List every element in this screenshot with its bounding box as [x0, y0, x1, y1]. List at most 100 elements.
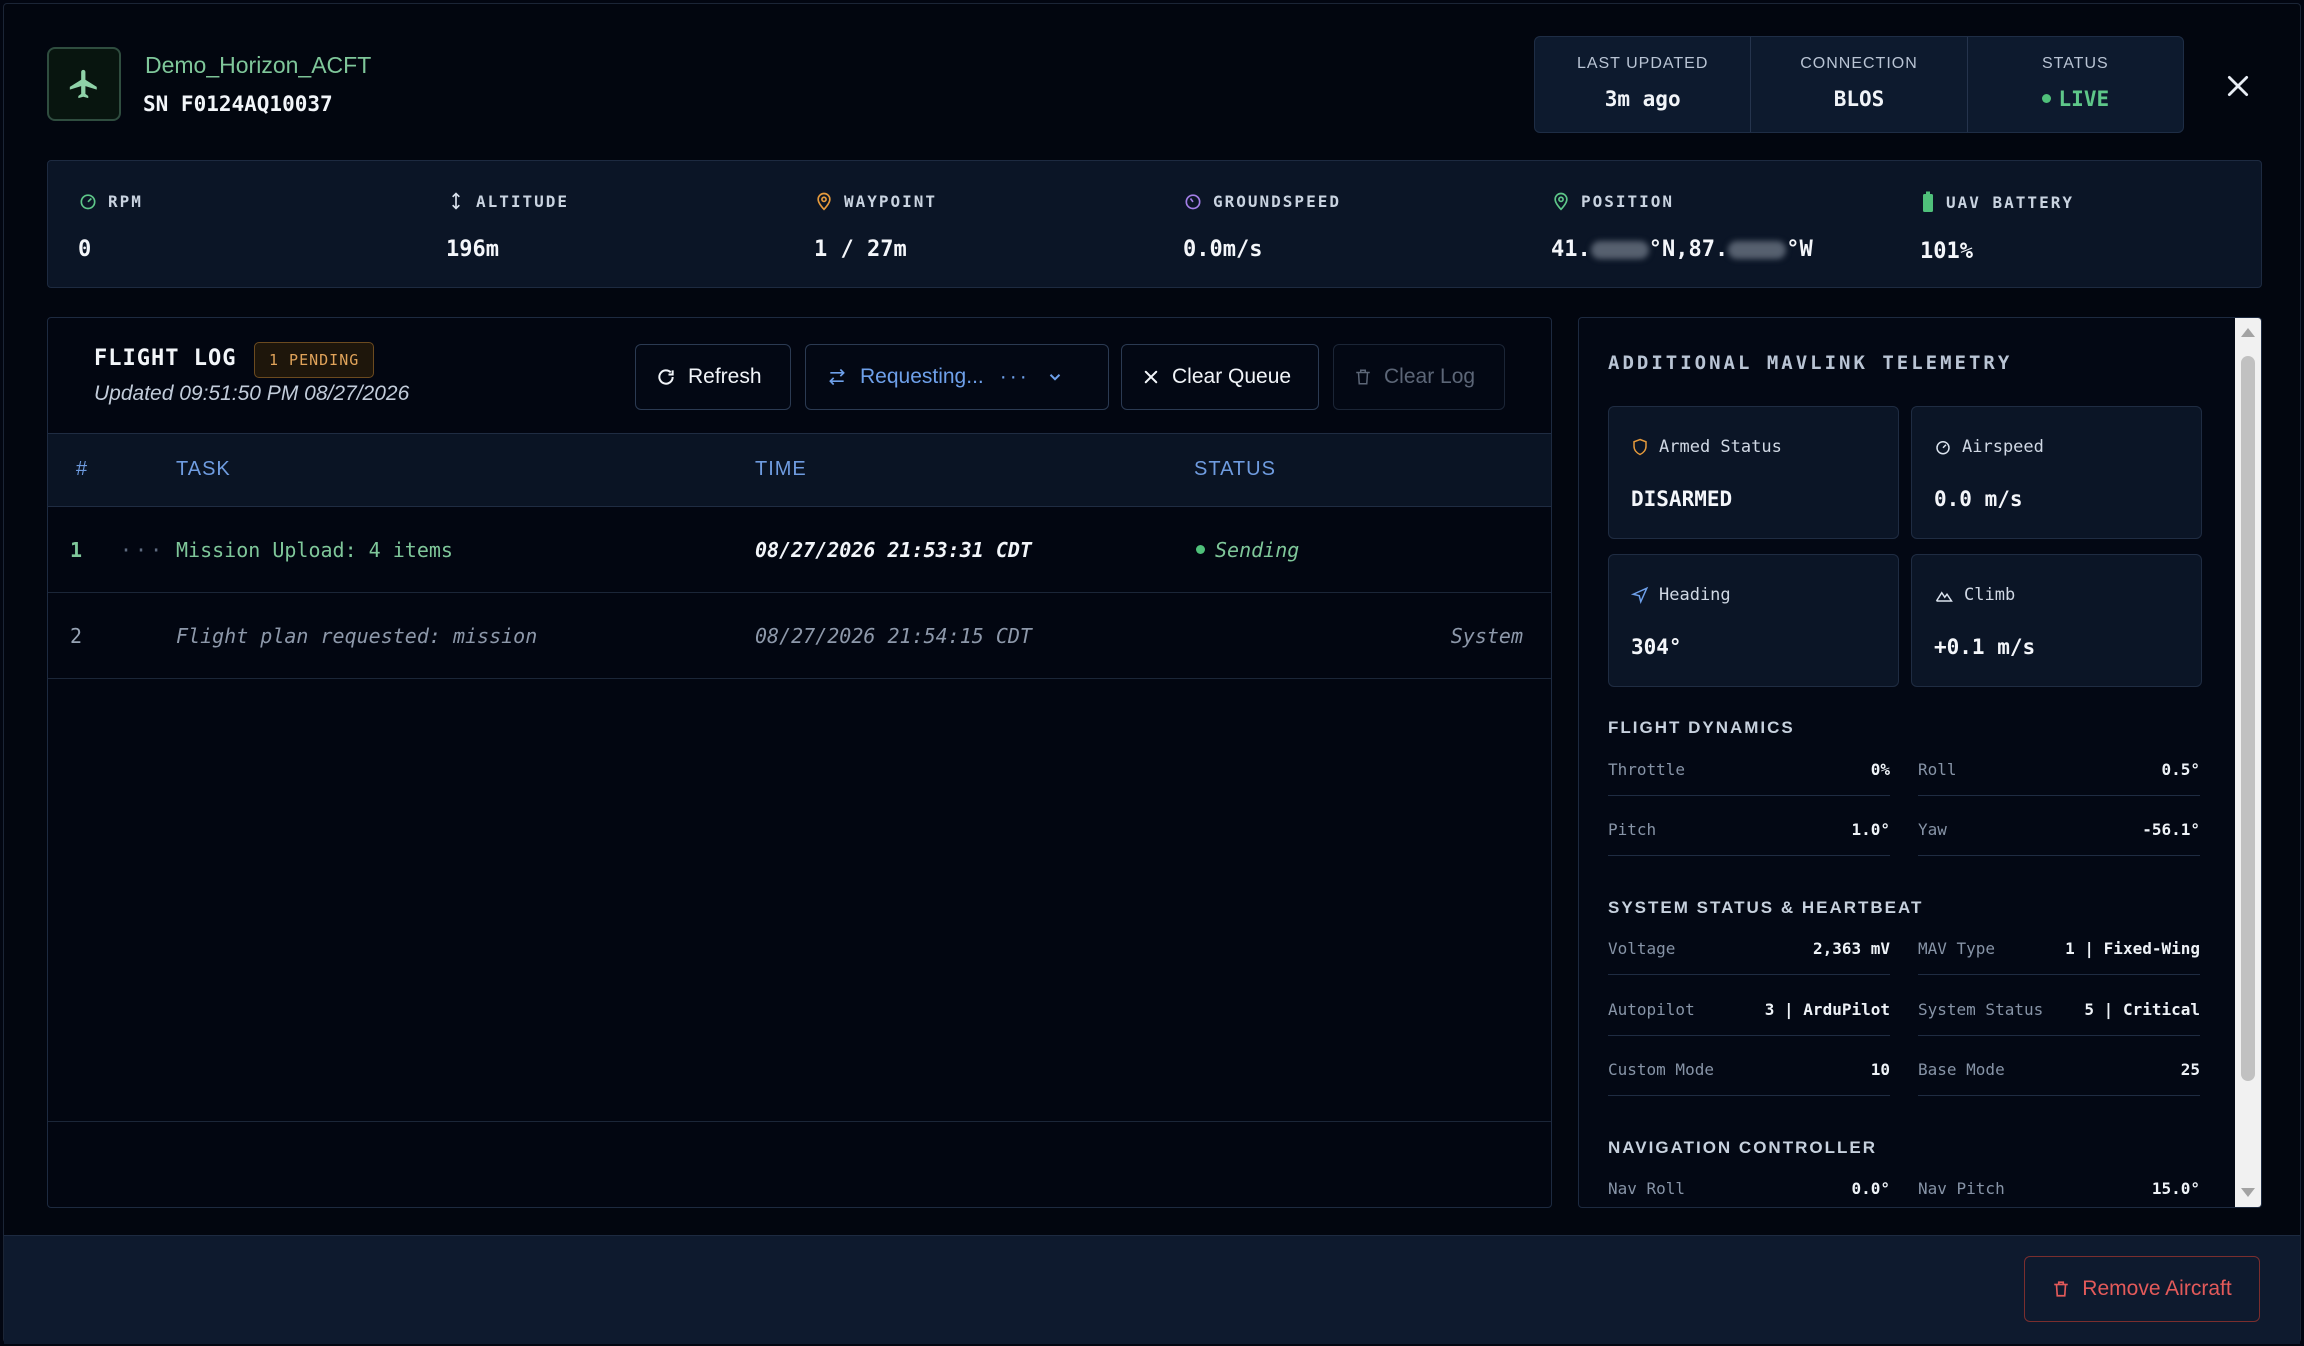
metric-value: 0.0m/s — [1183, 237, 1263, 262]
metric-value: 0 — [78, 237, 92, 262]
row-number: 2 — [70, 624, 83, 648]
metric-value: 41. °N,87. °W — [1551, 237, 1813, 262]
requesting-label: Requesting... — [860, 365, 984, 388]
remove-aircraft-button[interactable]: Remove Aircraft — [2024, 1256, 2260, 1322]
kv-key: Yaw — [1918, 820, 1947, 839]
stat-value: 3m ago — [1604, 87, 1681, 111]
refresh-icon — [658, 369, 674, 385]
kv-key: Custom Mode — [1608, 1060, 1714, 1079]
stat-label: LAST UPDATED — [1576, 55, 1709, 72]
kv-value: 5 | Critical — [2084, 1000, 2200, 1019]
kv-base-mode: Base Mode 25 — [1918, 1046, 2200, 1096]
airplane-icon — [47, 47, 121, 121]
close-icon — [1144, 370, 1158, 384]
kv-value: 1.0° — [1851, 820, 1890, 839]
telemetry-scrollbar[interactable] — [2235, 318, 2261, 1207]
kv-key: Base Mode — [1918, 1060, 2005, 1079]
metric-waypoint: WAYPOINT 1 / 27m — [814, 191, 937, 263]
col-task: TASK — [176, 458, 231, 480]
remove-aircraft-label: Remove Aircraft — [2082, 1277, 2232, 1300]
stat-value: BLOS — [1833, 87, 1885, 111]
card-heading: Heading 304° — [1608, 554, 1899, 687]
pending-badge: 1 PENDING — [254, 342, 375, 378]
gauge-icon — [80, 194, 96, 210]
kv-custom-mode: Custom Mode 10 — [1608, 1046, 1890, 1096]
metric-value: 1 / 27m — [814, 237, 907, 262]
speedometer-icon — [1185, 194, 1201, 210]
clear-queue-button[interactable]: Clear Queue — [1121, 344, 1319, 410]
map-pin-icon — [817, 192, 831, 211]
card-label: Armed Status — [1659, 437, 1782, 457]
kv-value: 1 | Fixed-Wing — [2065, 939, 2200, 958]
refresh-button[interactable]: Refresh — [635, 344, 791, 410]
row-status: Sending — [1196, 538, 1299, 562]
scrollbar-thumb[interactable] — [2241, 356, 2255, 1081]
metric-label: ALTITUDE — [476, 191, 570, 211]
trash-icon — [2054, 1281, 2069, 1297]
kv-value: 0.0° — [1851, 1179, 1890, 1198]
metric-label: RPM — [108, 191, 143, 211]
metric-rpm: RPM 0 — [78, 191, 143, 263]
kv-mav-type: MAV Type 1 | Fixed-Wing — [1918, 925, 2200, 975]
kv-value: 10 — [1870, 1060, 1890, 1079]
row-status-label: Sending — [1215, 538, 1300, 562]
sending-dot-icon — [1196, 545, 1205, 554]
aircraft-name: Demo_Horizon_ACFT — [145, 52, 372, 78]
pending-dots-icon: ··· — [120, 538, 166, 562]
metric-position: POSITION 41. °N,87. °W — [1551, 191, 1813, 263]
telemetry-title: ADDITIONAL MAVLINK TELEMETRY — [1608, 352, 2013, 374]
metric-label: POSITION — [1581, 191, 1675, 211]
card-value: DISARMED — [1631, 487, 1733, 511]
scroll-up-icon[interactable] — [2241, 328, 2255, 337]
clear-log-label: Clear Log — [1384, 365, 1476, 388]
metric-label: UAV BATTERY — [1946, 192, 2074, 212]
col-status: STATUS — [1194, 458, 1276, 480]
mountain-icon — [1935, 591, 1953, 602]
col-number: # — [76, 458, 89, 480]
kv-value: 0.5° — [2161, 760, 2200, 779]
clear-log-button[interactable]: Clear Log — [1333, 344, 1505, 410]
table-row[interactable]: 1 ··· Mission Upload: 4 items 08/27/2026… — [48, 508, 1551, 593]
battery-icon — [1923, 191, 1933, 212]
log-updated-time: Updated 09:51:50 PM 08/27/2026 — [94, 382, 410, 405]
kv-key: Voltage — [1608, 939, 1676, 958]
request-dropdown-button[interactable]: Requesting... ··· — [805, 344, 1109, 410]
scroll-down-icon[interactable] — [2241, 1188, 2255, 1197]
stat-last-updated: LAST UPDATED 3m ago — [1535, 37, 1752, 132]
navigation-arrow-icon — [1631, 586, 1649, 604]
kv-value: 3 | ArduPilot — [1764, 1000, 1890, 1019]
kv-key: MAV Type — [1918, 939, 1996, 958]
clear-queue-label: Clear Queue — [1172, 365, 1292, 388]
vertical-arrows-icon — [452, 192, 460, 210]
card-label: Heading — [1659, 585, 1731, 605]
flight-log-title: FLIGHT LOG — [94, 346, 237, 371]
aircraft-serial: SN F0124AQ10037 — [143, 92, 333, 116]
stat-connection: CONNECTION BLOS — [1751, 37, 1968, 132]
aircraft-detail-modal: Demo_Horizon_ACFT SN F0124AQ10037 LAST U… — [3, 3, 2301, 1344]
log-table-header: # TASK TIME STATUS — [48, 433, 1551, 507]
row-status: System — [1450, 624, 1523, 648]
card-label: Climb — [1964, 585, 2016, 605]
position-lat-suffix: °N,87. — [1648, 237, 1729, 262]
kv-nav-roll: Nav Roll 0.0° — [1608, 1165, 1890, 1207]
modal-footer: Remove Aircraft — [4, 1235, 2300, 1344]
card-armed-status: Armed Status DISARMED — [1608, 406, 1899, 539]
kv-key: Nav Roll — [1608, 1179, 1686, 1198]
col-time: TIME — [755, 458, 807, 480]
table-row[interactable]: 2 Flight plan requested: mission 08/27/2… — [48, 594, 1551, 679]
log-footer-divider — [48, 1121, 1551, 1122]
loading-dots-icon: ··· — [999, 365, 1030, 388]
row-number: 1 — [70, 538, 83, 562]
kv-value: -56.1° — [2142, 820, 2200, 839]
chevron-down-icon — [1049, 374, 1060, 381]
swap-arrows-icon — [829, 368, 845, 386]
card-label: Airspeed — [1962, 437, 2044, 457]
card-airspeed: Airspeed 0.0 m/s — [1911, 406, 2202, 539]
close-icon[interactable] — [2218, 66, 2258, 106]
kv-roll: Roll 0.5° — [1918, 746, 2200, 796]
card-value: +0.1 m/s — [1934, 635, 2036, 659]
metric-battery: UAV BATTERY 101% — [1920, 191, 2074, 264]
kv-value: 25 — [2180, 1060, 2200, 1079]
section-navigation: NAVIGATION CONTROLLER — [1608, 1138, 1877, 1157]
mavlink-telemetry-panel: ADDITIONAL MAVLINK TELEMETRY Armed Statu… — [1578, 317, 2262, 1208]
